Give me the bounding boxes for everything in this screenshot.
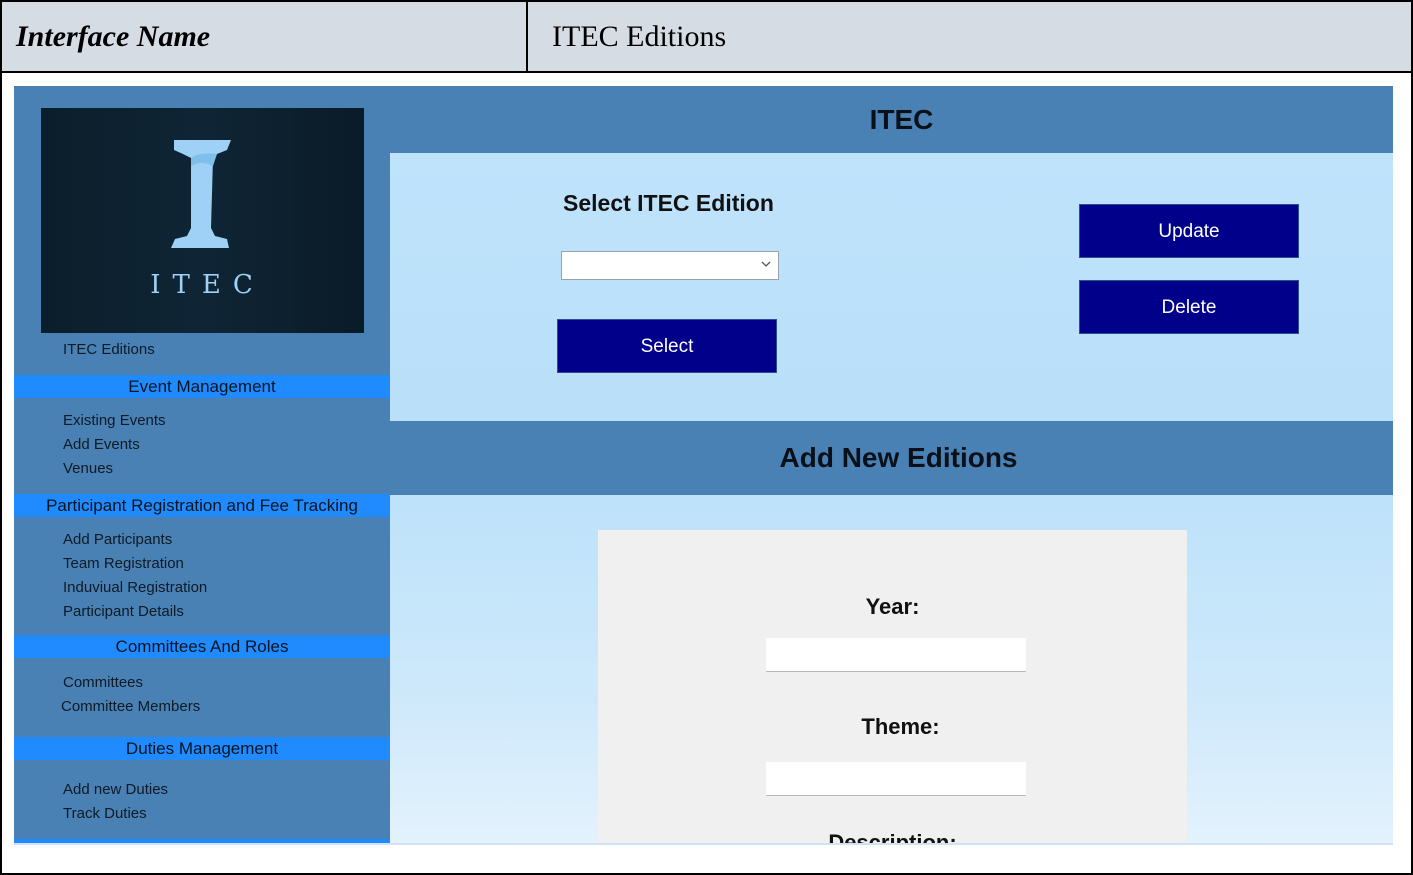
sidebar-item-add-participants[interactable]: Add Participants [63,531,172,548]
interface-name-label: Interface Name [2,2,528,71]
sidebar-item-team-registration[interactable]: Team Registration [63,555,184,572]
app-bottom-edge [14,843,1393,845]
sidebar-item-venues[interactable]: Venues [63,460,113,477]
description-label: Description: [828,830,957,843]
add-new-editions-heading: Add New Editions [390,421,1393,495]
theme-label: Theme: [861,714,940,739]
sidebar: ITEC ITEC Editions Event Management Exis… [14,86,390,843]
logo-wordmark: ITEC [150,270,265,300]
interface-name-value: ITEC Editions [552,20,727,53]
year-input[interactable] [766,638,1026,672]
delete-button[interactable]: Delete [1079,280,1299,334]
select-edition-heading: Select ITEC Edition [563,190,774,216]
add-edition-panel: Year: Theme: Description: [390,495,1393,843]
sidebar-item-committees[interactable]: Committees [63,674,143,691]
year-label: Year: [865,594,920,619]
sidebar-item-itec-editions[interactable]: ITEC Editions [63,341,155,358]
sidebar-section-committees-and-roles[interactable]: Committees And Roles [14,635,390,658]
sidebar-item-add-events[interactable]: Add Events [63,436,140,453]
add-edition-form: Year: Theme: Description: [598,530,1187,843]
interface-header-row: Interface Name ITEC Editions [2,2,1411,73]
sidebar-section-event-management[interactable]: Event Management [14,375,390,398]
sidebar-item-committee-members[interactable]: Committee Members [61,698,200,715]
sidebar-item-existing-events[interactable]: Existing Events [63,412,166,429]
chevron-down-icon [761,261,771,267]
sidebar-section-participant-registration[interactable]: Participant Registration and Fee Trackin… [14,494,390,517]
edition-dropdown[interactable] [561,251,779,280]
app-window: ITEC ITEC Editions Event Management Exis… [14,86,1393,843]
update-button[interactable]: Update [1079,204,1299,258]
sidebar-item-individual-registration[interactable]: Induviual Registration [63,579,207,596]
main-content: ITEC Select ITEC Edition Select Update D… [390,86,1393,843]
page-title: ITEC [390,86,1393,153]
select-button[interactable]: Select [557,319,777,373]
itec-logo-mark-icon [171,140,231,248]
sidebar-item-add-new-duties[interactable]: Add new Duties [63,781,168,798]
select-edition-panel: Select ITEC Edition Select Update Delete [390,153,1393,421]
itec-logo: ITEC [41,108,364,333]
sidebar-item-track-duties[interactable]: Track Duties [63,805,147,822]
sidebar-item-participant-details[interactable]: Participant Details [63,603,184,620]
theme-input[interactable] [766,762,1026,796]
sidebar-section-duties-management[interactable]: Duties Management [14,737,390,760]
